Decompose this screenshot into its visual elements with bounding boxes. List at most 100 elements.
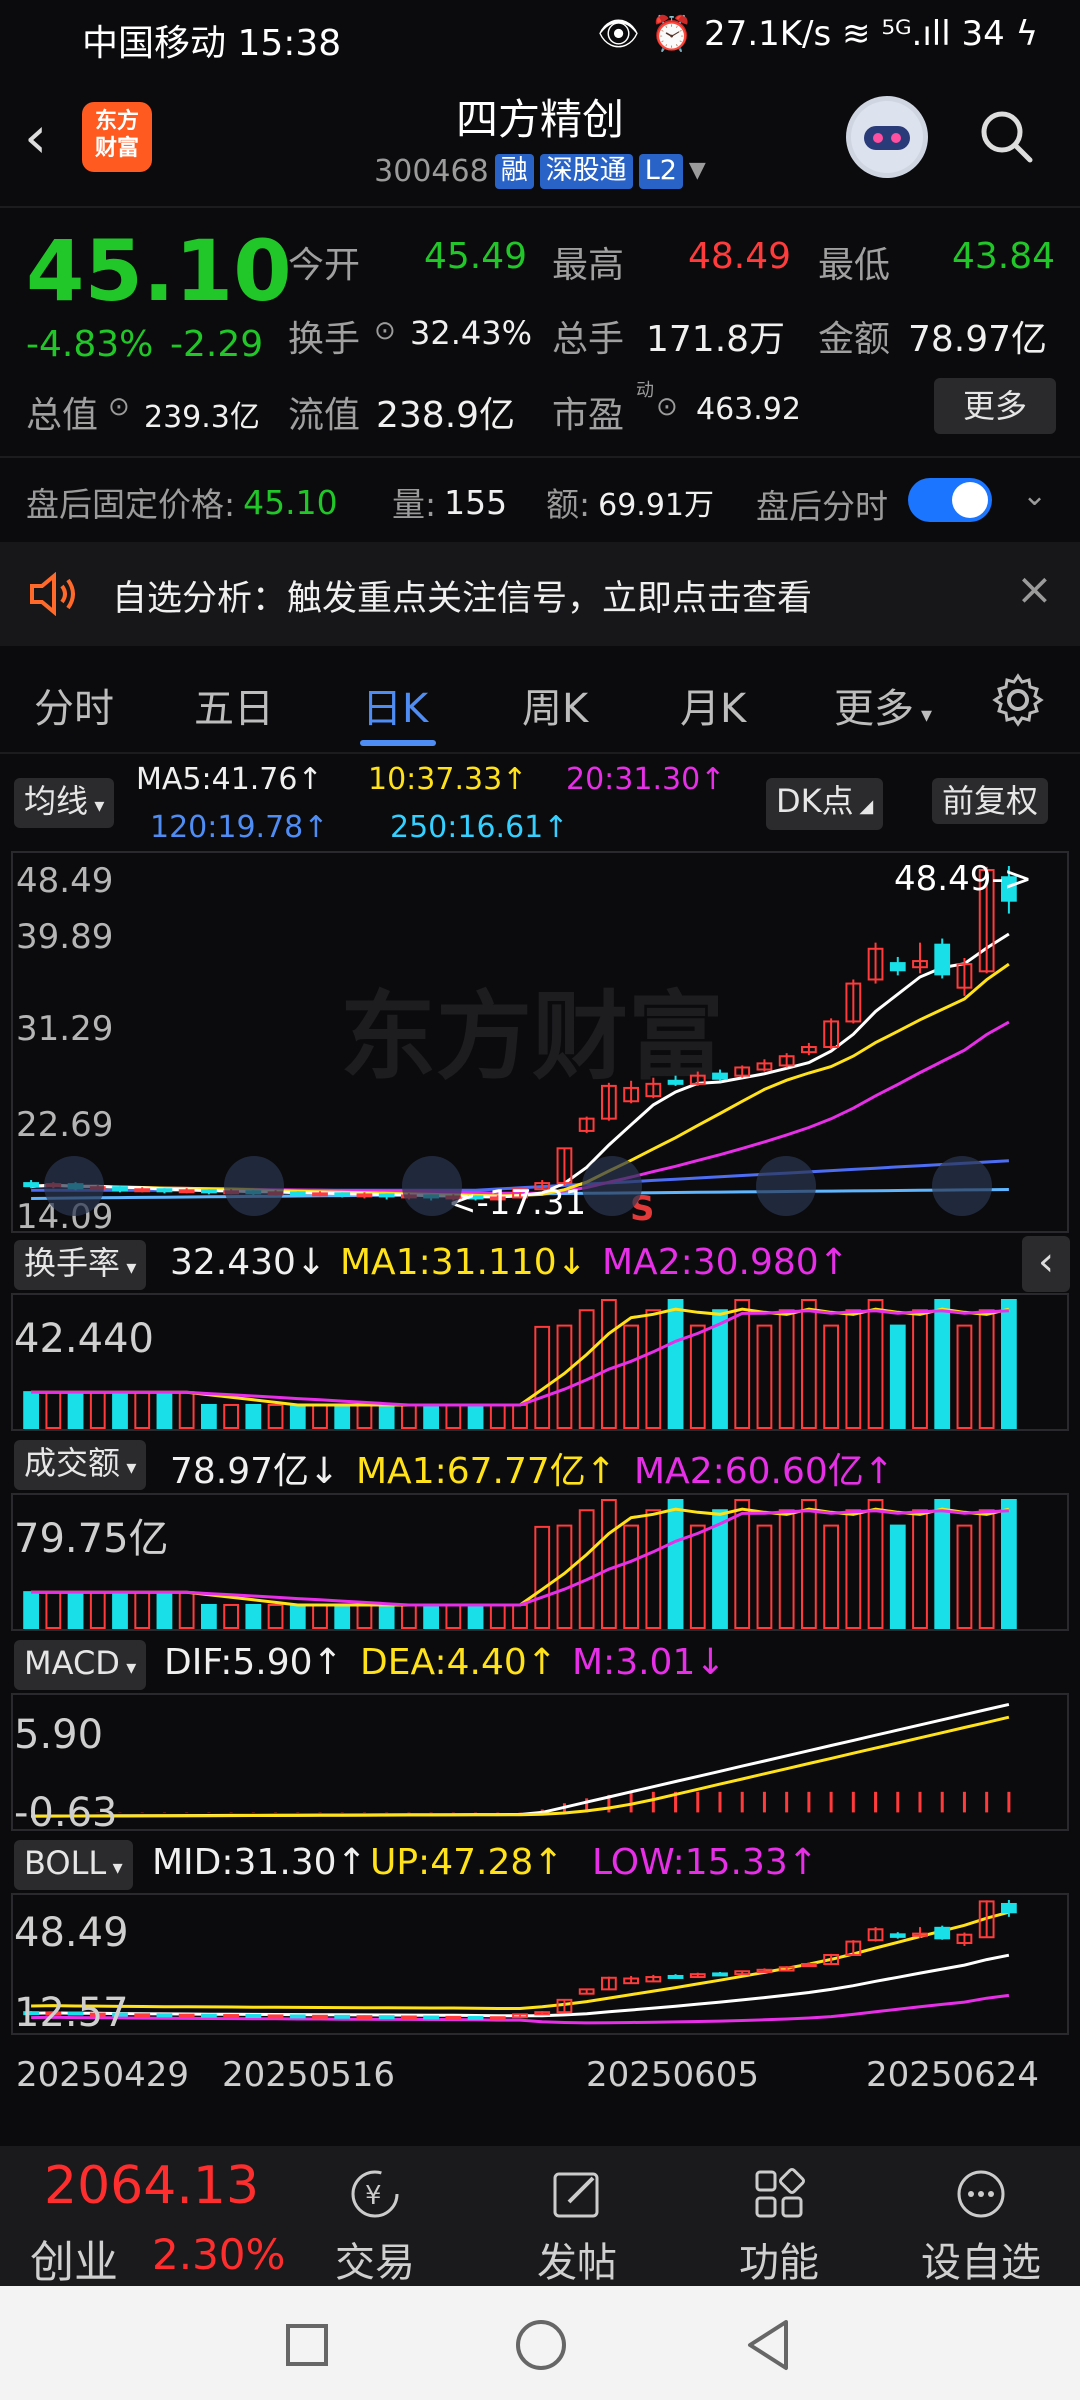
- qty-value: 155: [444, 482, 508, 522]
- boll-candle-body: [378, 2015, 395, 2020]
- divider: [0, 456, 1080, 458]
- recents-square-icon[interactable]: [286, 2324, 328, 2366]
- turnover-bar: [934, 1299, 951, 1429]
- connect-tag: 深股通: [539, 154, 633, 189]
- edit-icon: [547, 2164, 607, 2224]
- turnover-selector[interactable]: 换手率 ▾: [14, 1240, 147, 1290]
- boll-candle-body: [445, 2015, 462, 2020]
- turnover-bar-ma1: [31, 1307, 1010, 1407]
- after-hours-toggle[interactable]: [908, 478, 992, 522]
- ma-selector[interactable]: 均线 ▾: [14, 778, 115, 828]
- fullscreen-control[interactable]: [932, 1156, 992, 1216]
- amount-bar: [845, 1509, 862, 1629]
- turnover-bar: [134, 1391, 151, 1430]
- trade-button[interactable]: ¥ 交易: [310, 2164, 440, 2288]
- search-icon[interactable]: [978, 108, 1033, 163]
- amount-bars: [23, 1499, 1017, 1630]
- boll-candle-body: [134, 2013, 151, 2018]
- turnover-bar: [378, 1403, 395, 1429]
- index-value[interactable]: 2064.13: [44, 2156, 259, 2216]
- robot-assistant-icon[interactable]: [846, 96, 928, 178]
- ma5-label: MA5:41.76↑: [136, 762, 323, 797]
- turnover-ma2: MA2:30.980↑: [602, 1242, 849, 1283]
- signal-banner[interactable]: 自选分析：触发重点关注信号，立即点击查看 ×: [0, 542, 1080, 646]
- boll-candle-body: [267, 2014, 284, 2019]
- dropdown-triangle-icon[interactable]: ▼: [689, 154, 706, 189]
- candle-body: [378, 1193, 395, 1198]
- adjust-button[interactable]: 前复权: [932, 778, 1049, 824]
- fixed-price-value: 45.10: [243, 482, 338, 522]
- turnover-bars: [23, 1299, 1017, 1430]
- index-name[interactable]: 创业: [30, 2226, 118, 2290]
- amount-bar: [45, 1591, 62, 1630]
- zoom-out-control[interactable]: [224, 1156, 284, 1216]
- close-icon[interactable]: ×: [1016, 564, 1053, 615]
- tab-fenshi[interactable]: 分时: [34, 676, 114, 734]
- boll-up-line: [31, 1910, 1010, 2010]
- price-tick: 48.49: [16, 861, 113, 901]
- amount-bar: [778, 1509, 795, 1629]
- more-dots-icon: [951, 2164, 1011, 2224]
- turnover-bar: [978, 1309, 995, 1429]
- prev-control[interactable]: [582, 1156, 642, 1216]
- post-button[interactable]: 发帖: [512, 2164, 642, 2288]
- boll-candle-body: [423, 2015, 440, 2020]
- svg-text:¥: ¥: [365, 2181, 382, 2211]
- info-dots-icon[interactable]: ⊙: [374, 316, 396, 346]
- amount-bar: [956, 1524, 973, 1629]
- turnover-selector-label: 换手率: [24, 1244, 121, 1282]
- post-label: 发帖: [537, 2240, 617, 2286]
- amount-bar: [89, 1591, 106, 1630]
- amount-bar: [512, 1603, 528, 1629]
- boll-candle-body: [356, 2015, 373, 2020]
- macd-bottom: -0.63: [14, 1790, 118, 1836]
- home-circle-icon[interactable]: [516, 2320, 566, 2370]
- amount-bar: [134, 1591, 151, 1630]
- amount-bar: [356, 1603, 373, 1629]
- open-value: 45.49: [424, 236, 528, 277]
- functions-button[interactable]: 功能: [714, 2164, 844, 2288]
- stock-code: 300468: [374, 154, 489, 189]
- amount-bar: [223, 1603, 240, 1629]
- next-control[interactable]: [756, 1156, 816, 1216]
- collapse-panel-chevron-icon[interactable]: ‹: [1022, 1236, 1070, 1292]
- turnover-bar: [489, 1403, 506, 1429]
- settings-gear-icon[interactable]: [990, 672, 1046, 732]
- tab-month-k[interactable]: 月K: [680, 676, 746, 734]
- amount-ma1: MA1:67.77亿↑: [356, 1451, 616, 1492]
- turnover-bar: [89, 1391, 106, 1430]
- tab-wuri[interactable]: 五日: [194, 676, 274, 734]
- total-mv-value: 239.3亿: [144, 400, 260, 435]
- add-watchlist-button[interactable]: 设自选: [906, 2164, 1056, 2288]
- boll-selector[interactable]: BOLL ▾: [14, 1840, 133, 1890]
- divider: [0, 206, 1080, 208]
- amount-current: 78.97亿↓: [170, 1451, 340, 1492]
- amount-bar: [934, 1499, 951, 1629]
- amount-selector[interactable]: 成交额 ▾: [14, 1440, 147, 1490]
- turnover-bar: [201, 1403, 217, 1429]
- more-button[interactable]: 更多: [934, 378, 1056, 434]
- turnover-bar: [267, 1403, 284, 1429]
- tab-day-k[interactable]: 日K: [362, 676, 428, 734]
- scroll-left-control[interactable]: [44, 1156, 104, 1216]
- boll-candle-body: [201, 2013, 217, 2018]
- amount-bar: [645, 1509, 662, 1629]
- candle-body: [201, 1189, 217, 1194]
- price-tick: 39.89: [16, 917, 113, 957]
- back-triangle-icon[interactable]: [744, 2318, 792, 2376]
- amount-axis: 79.75亿: [14, 1516, 169, 1562]
- zoom-in-control[interactable]: [402, 1156, 462, 1216]
- info-dots-icon[interactable]: ⊙: [656, 392, 678, 422]
- dk-point-button[interactable]: DK点 ◢: [766, 778, 884, 830]
- boll-candle-body: [289, 2014, 306, 2019]
- boll-candle-body: [245, 2014, 262, 2019]
- macd-selector[interactable]: MACD ▾: [14, 1640, 147, 1690]
- tab-week-k[interactable]: 周K: [522, 676, 588, 734]
- info-dots-icon[interactable]: ⊙: [108, 392, 130, 422]
- tab-more[interactable]: 更多 ▾: [834, 676, 932, 734]
- trade-label: 交易: [335, 2240, 415, 2286]
- turnover-bar: [889, 1324, 906, 1429]
- chevron-down-icon[interactable]: ⌄: [1022, 478, 1047, 513]
- status-carrier-time: 中国移动 15:38: [82, 23, 342, 64]
- system-nav-bar: [0, 2286, 1080, 2400]
